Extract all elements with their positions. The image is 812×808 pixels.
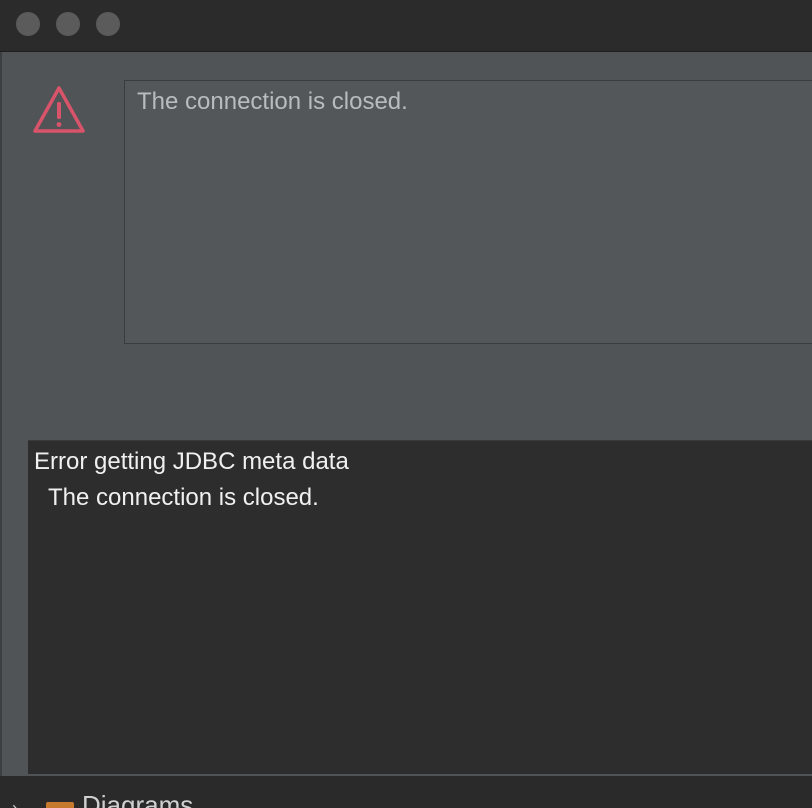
folder-icon bbox=[46, 802, 74, 808]
window-titlebar bbox=[0, 0, 812, 52]
error-details-cause: The connection is closed. bbox=[48, 484, 319, 511]
close-window-button[interactable] bbox=[16, 12, 40, 36]
error-message-box: The connection is closed. bbox=[124, 80, 812, 344]
tree-item-diagrams[interactable]: Diagrams bbox=[82, 790, 193, 808]
chevron-right-icon[interactable]: › bbox=[12, 798, 18, 808]
minimize-window-button[interactable] bbox=[56, 12, 80, 36]
background-navigator-tree: › Diagrams bbox=[0, 776, 812, 808]
warning-triangle-icon bbox=[33, 86, 85, 133]
error-details-panel[interactable]: Error getting JDBC meta data The connect… bbox=[28, 440, 812, 774]
zoom-window-button[interactable] bbox=[96, 12, 120, 36]
error-message-text: The connection is closed. bbox=[137, 88, 408, 115]
error-details-line: Error getting JDBC meta data bbox=[34, 448, 349, 475]
